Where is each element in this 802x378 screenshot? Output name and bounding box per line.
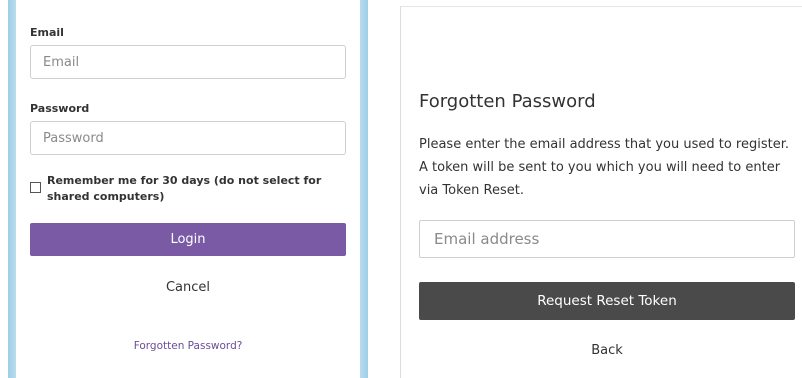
forgotten-password-link[interactable]: Forgotten Password? xyxy=(30,340,346,352)
remember-me-label: Remember me for 30 days (do not select f… xyxy=(47,174,322,203)
email-input[interactable] xyxy=(30,45,346,79)
password-label: Password xyxy=(30,102,90,115)
email-label: Email xyxy=(30,26,64,39)
email-address-input[interactable] xyxy=(419,220,795,258)
screenshot-stage: Email Password Remember me for 30 days (… xyxy=(0,0,802,378)
remember-me-checkbox[interactable] xyxy=(30,182,41,193)
instructions-text: Please enter the email address that you … xyxy=(419,137,789,198)
login-panel: Email Password Remember me for 30 days (… xyxy=(16,0,360,378)
password-input[interactable] xyxy=(30,121,346,155)
remember-me-row[interactable]: Remember me for 30 days (do not select f… xyxy=(30,173,346,205)
page-title: Forgotten Password xyxy=(419,91,596,112)
request-reset-token-button[interactable]: Request Reset Token xyxy=(419,282,795,320)
forgotten-password-panel: Forgotten Password Please enter the emai… xyxy=(400,6,802,378)
cancel-link[interactable]: Cancel xyxy=(30,280,346,295)
login-button[interactable]: Login xyxy=(30,223,346,256)
back-link[interactable]: Back xyxy=(419,343,795,358)
